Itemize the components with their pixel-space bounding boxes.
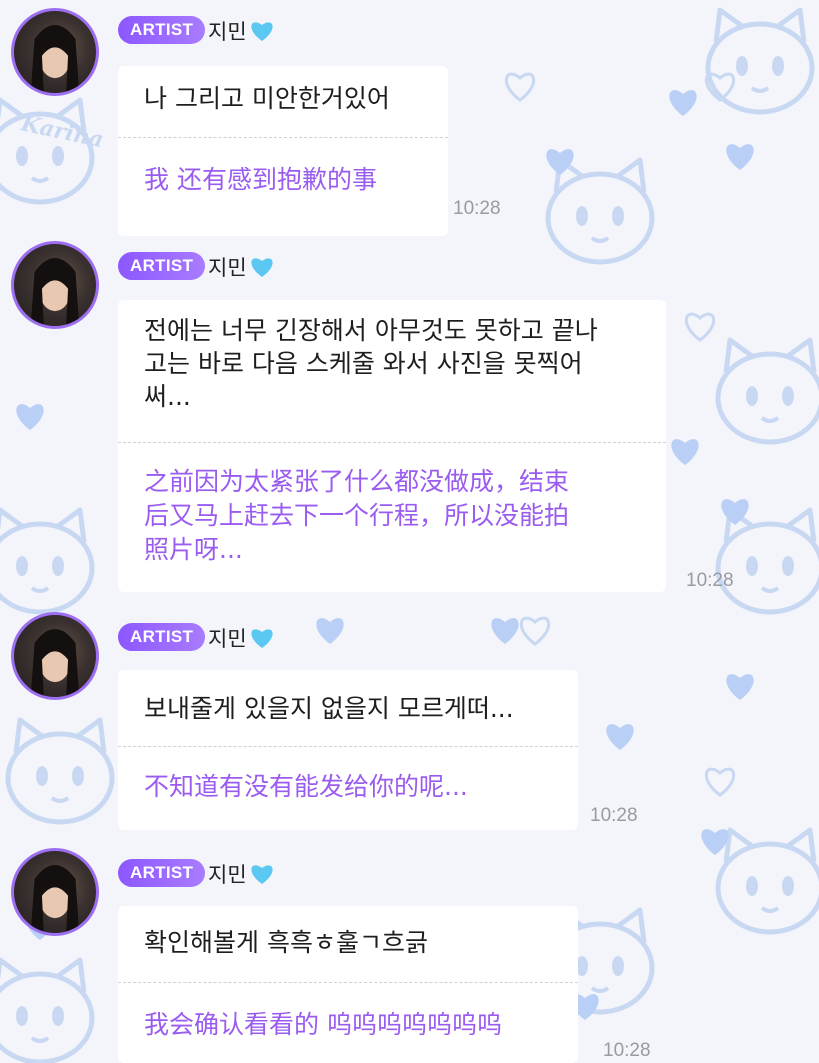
avatar[interactable] [11, 848, 99, 936]
avatar[interactable] [11, 8, 99, 96]
translation-divider [118, 442, 666, 443]
translated-text: 我 还有感到抱歉的事 [144, 165, 377, 194]
sender-name: 지민 [208, 16, 275, 46]
sender-name: 지민 [208, 252, 275, 282]
heart-icon [251, 629, 273, 648]
translated-text: 不知道有没有能发给你的呢... [144, 772, 468, 801]
artist-badge: ARTIST [118, 252, 206, 280]
translation-divider [118, 982, 578, 983]
sender-name-text: 지민 [208, 863, 247, 887]
heart-icon [251, 22, 273, 41]
message-time: 10:28 [686, 570, 734, 591]
avatar[interactable] [11, 241, 99, 329]
sender-name-text: 지민 [208, 256, 247, 280]
message-time: 10:28 [590, 805, 638, 826]
artist-badge: ARTIST [118, 859, 206, 887]
sender-name-text: 지민 [208, 627, 247, 651]
sender-name: 지민 [208, 623, 275, 653]
heart-icon [251, 865, 273, 884]
message-bubble[interactable]: 전에는 너무 긴장해서 아무것도 못하고 끝나 고는 바로 다음 스케줄 와서 … [118, 300, 666, 592]
message-time: 10:28 [453, 198, 501, 219]
message-time: 10:28 [603, 1040, 651, 1061]
heart-icon [251, 258, 273, 277]
original-text: 전에는 너무 긴장해서 아무것도 못하고 끝나 고는 바로 다음 스케줄 와서 … [144, 316, 598, 411]
original-text: 확인해볼게 흑흑ㅎ훌ㄱ흐긁 [144, 928, 428, 957]
message-bubble[interactable]: 보내줄게 있을지 없을지 모르게떠... 不知道有没有能发给你的呢... [118, 670, 578, 830]
translated-text: 之前因为太紧张了什么都没做成，结束 后又马上赶去下一个行程，所以没能拍 照片呀.… [144, 467, 570, 564]
artist-badge: ARTIST [118, 16, 206, 44]
translation-divider [118, 746, 578, 747]
message-bubble[interactable]: 확인해볼게 흑흑ㅎ훌ㄱ흐긁 我会确认看看的 呜呜呜呜呜呜呜 [118, 906, 578, 1063]
message-bubble[interactable]: 나 그리고 미안한거있어 我 还有感到抱歉的事 [118, 66, 448, 236]
avatar[interactable] [11, 612, 99, 700]
translation-divider [118, 137, 448, 138]
translated-text: 我会确认看看的 呜呜呜呜呜呜呜 [144, 1010, 502, 1039]
original-text: 나 그리고 미안한거있어 [144, 84, 390, 113]
sender-name-text: 지민 [208, 20, 247, 44]
original-text: 보내줄게 있을지 없을지 모르게떠... [144, 694, 514, 723]
artist-badge: ARTIST [118, 623, 206, 651]
sender-name: 지민 [208, 859, 275, 889]
